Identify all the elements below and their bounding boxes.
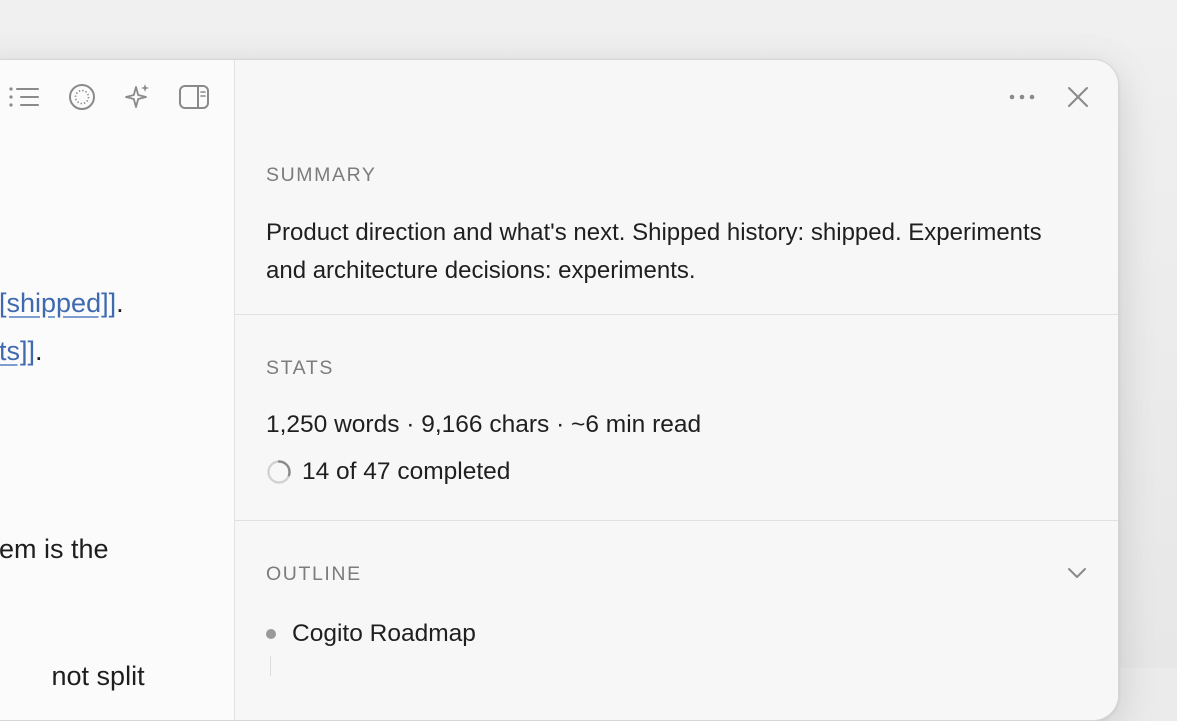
circle-icon[interactable]	[65, 80, 99, 114]
wikilink[interactable]: [shipped]]	[0, 288, 116, 318]
task-progress: 14 of 47 completed	[266, 458, 510, 486]
outline-item-label: Cogito Roadmap	[292, 620, 476, 647]
chevron-down-icon[interactable]	[1062, 558, 1092, 588]
editor-text: .	[116, 288, 124, 318]
editor-text: not split	[44, 661, 145, 691]
close-icon[interactable]	[1058, 78, 1098, 116]
progress-text: 14 of 47 completed	[302, 458, 511, 485]
ellipsis-icon[interactable]	[1002, 78, 1042, 116]
stats-counts: 1,250 words · 9,166 chars · ~6 min read	[266, 411, 702, 438]
summary-title: SUMMARY	[266, 164, 377, 186]
outline-title: OUTLINE	[266, 563, 362, 585]
editor-line: [shipped]].	[0, 288, 124, 319]
inspector-panel: SUMMARY Product direction and what's nex…	[235, 60, 1118, 720]
editor-line: not split	[0, 630, 145, 720]
outline-item[interactable]: Cogito Roadmap	[266, 620, 476, 648]
wikilink[interactable]: ts]]	[0, 336, 35, 366]
list-icon[interactable]	[7, 80, 41, 114]
divider	[235, 314, 1118, 315]
bullet-icon	[266, 629, 276, 639]
sidebar-right-icon[interactable]	[177, 80, 211, 114]
summary-text: Product direction and what's next. Shipp…	[266, 219, 1042, 284]
progress-ring-icon	[267, 460, 291, 484]
editor-pane[interactable]: [shipped]]. ts]]. em is the not split	[0, 60, 235, 720]
editor-text: .	[35, 336, 43, 366]
outline-guide	[270, 656, 271, 676]
app-window: [shipped]]. ts]]. em is the not split SU…	[0, 59, 1119, 721]
editor-line: ts]].	[0, 336, 43, 367]
stats-title: STATS	[266, 357, 334, 379]
sparkles-icon[interactable]	[121, 80, 155, 114]
editor-line: em is the	[0, 534, 109, 565]
editor-text: em is the	[0, 534, 109, 564]
divider	[235, 520, 1118, 521]
